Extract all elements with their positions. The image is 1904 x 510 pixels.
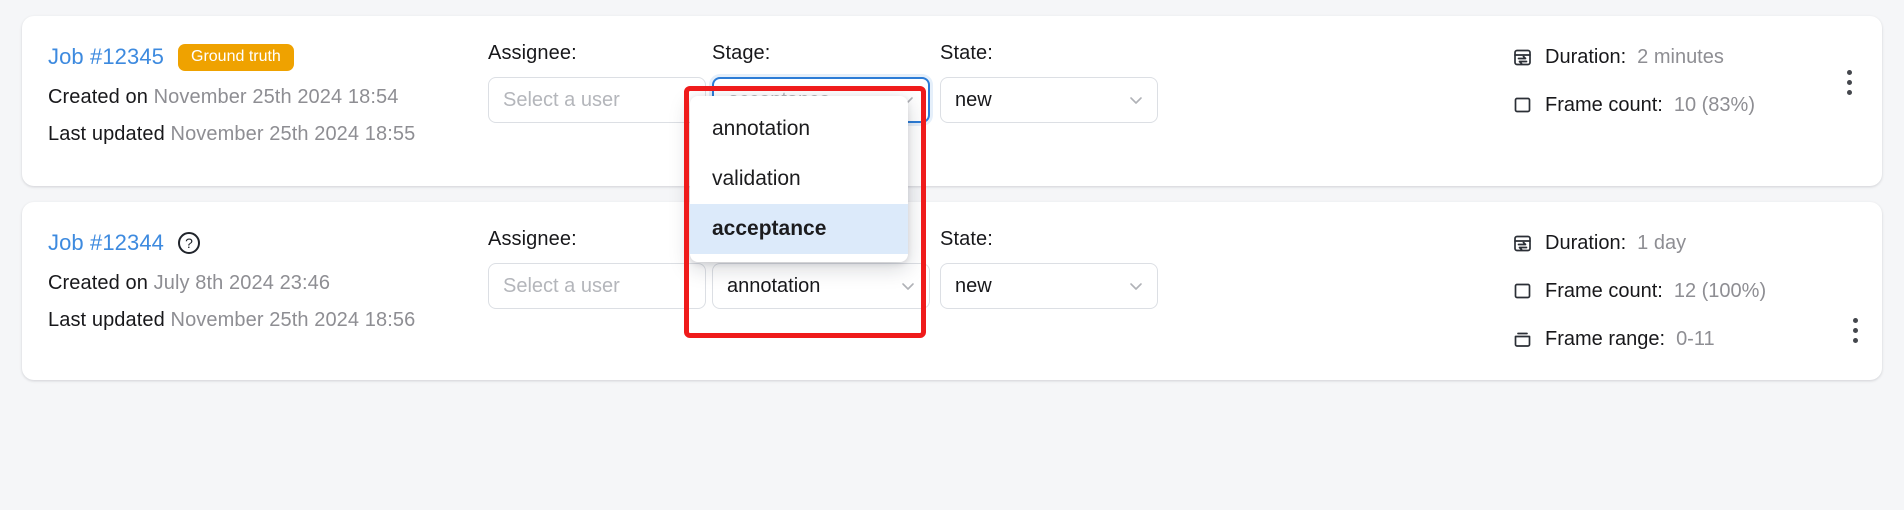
frame-count-label: Frame count: [1545, 93, 1663, 116]
job-info-block: Job #12345 Ground truth Created on Novem… [48, 42, 488, 146]
job-actions-menu-button[interactable] [1852, 318, 1858, 343]
frame-count-value: 10 (83%) [1673, 93, 1755, 116]
created-on-line: Created on November 25th 2024 18:54 [48, 86, 488, 109]
duration-value: 1 day [1637, 231, 1687, 254]
created-on-value: July 8th 2024 23:46 [153, 272, 331, 294]
frame-range-icon [1512, 328, 1534, 350]
stage-value: annotation [727, 274, 821, 297]
kebab-dot [1852, 318, 1858, 323]
job-actions-menu-button[interactable] [1846, 70, 1852, 95]
stage-option-annotation[interactable]: annotation [690, 104, 908, 154]
state-label: State: [940, 42, 993, 64]
frame-range-label: Frame range: [1545, 327, 1666, 350]
job-link[interactable]: Job #12345 [48, 44, 164, 70]
last-updated-value: November 25th 2024 18:56 [170, 309, 416, 331]
last-updated-label: Last updated [48, 309, 165, 331]
chevron-down-icon [1129, 279, 1143, 293]
assignee-input[interactable]: Select a user [488, 263, 706, 309]
state-select[interactable]: new [940, 77, 1158, 123]
state-value: new [955, 88, 992, 111]
last-updated-line: Last updated November 25th 2024 18:55 [48, 123, 488, 146]
assignee-placeholder: Select a user [503, 88, 620, 111]
stage-dropdown-menu: annotation validation acceptance [690, 96, 908, 263]
job-title-row: Job #12345 Ground truth [48, 42, 488, 72]
kebab-dot [1852, 338, 1858, 343]
chevron-down-icon [1129, 93, 1143, 107]
frame-count-icon [1512, 280, 1534, 302]
assignee-label: Assignee: [488, 42, 577, 64]
duration-value: 2 minutes [1637, 45, 1724, 68]
stage-select[interactable]: annotation [712, 263, 930, 309]
stage-option-validation[interactable]: validation [690, 154, 908, 204]
frame-count-icon [1512, 94, 1534, 116]
job-stats: Duration: 1 day Frame count: 12 (100%) F… [1512, 226, 1812, 356]
job-card: Job #12344 ? Created on July 8th 2024 23… [22, 202, 1882, 380]
assignee-input[interactable]: Select a user [488, 77, 706, 123]
duration-icon [1512, 46, 1534, 68]
frame-count-row: Frame count: 12 (100%) [1512, 274, 1812, 308]
state-select[interactable]: new [940, 263, 1158, 309]
created-on-label: Created on [48, 272, 148, 294]
assignee-placeholder: Select a user [503, 274, 620, 297]
kebab-dot [1846, 80, 1852, 85]
last-updated-label: Last updated [48, 123, 165, 145]
assignee-field-group: Assignee: Select a user [488, 42, 706, 123]
created-on-line: Created on July 8th 2024 23:46 [48, 272, 488, 295]
duration-label: Duration: [1545, 231, 1627, 254]
frame-count-value: 12 (100%) [1673, 279, 1767, 302]
ground-truth-badge: Ground truth [178, 43, 294, 71]
duration-label: Duration: [1545, 45, 1627, 68]
job-title-row: Job #12344 ? [48, 228, 488, 258]
duration-icon [1512, 232, 1534, 254]
assignee-label: Assignee: [488, 228, 577, 250]
created-on-value: November 25th 2024 18:54 [153, 86, 399, 108]
state-field-group: State: new [940, 228, 1158, 309]
assignee-field-group: Assignee: Select a user [488, 228, 706, 309]
created-on-label: Created on [48, 86, 148, 108]
frame-range-row: Frame range: 0-11 [1512, 322, 1812, 356]
kebab-dot [1846, 70, 1852, 75]
jobs-list-page: Job #12345 Ground truth Created on Novem… [0, 0, 1904, 510]
job-info-block: Job #12344 ? Created on July 8th 2024 23… [48, 228, 488, 332]
job-card-content: Job #12345 Ground truth Created on Novem… [22, 16, 1882, 186]
state-field-group: State: new [940, 42, 1158, 123]
job-link[interactable]: Job #12344 [48, 230, 164, 256]
frame-count-label: Frame count: [1545, 279, 1663, 302]
kebab-dot [1852, 328, 1858, 333]
stage-option-acceptance[interactable]: acceptance [690, 204, 908, 255]
state-label: State: [940, 228, 993, 250]
duration-row: Duration: 1 day [1512, 226, 1812, 260]
chevron-down-icon [901, 279, 915, 293]
last-updated-value: November 25th 2024 18:55 [170, 123, 416, 145]
stage-label: Stage: [712, 42, 771, 64]
help-icon[interactable]: ? [178, 232, 200, 254]
kebab-dot [1846, 90, 1852, 95]
duration-row: Duration: 2 minutes [1512, 40, 1812, 74]
frame-count-row: Frame count: 10 (83%) [1512, 88, 1812, 122]
job-card: Job #12345 Ground truth Created on Novem… [22, 16, 1882, 186]
job-card-content: Job #12344 ? Created on July 8th 2024 23… [22, 202, 1882, 380]
last-updated-line: Last updated November 25th 2024 18:56 [48, 309, 488, 332]
frame-range-value: 0-11 [1676, 327, 1715, 350]
state-value: new [955, 274, 992, 297]
job-stats: Duration: 2 minutes Frame count: 10 (83%… [1512, 40, 1812, 122]
